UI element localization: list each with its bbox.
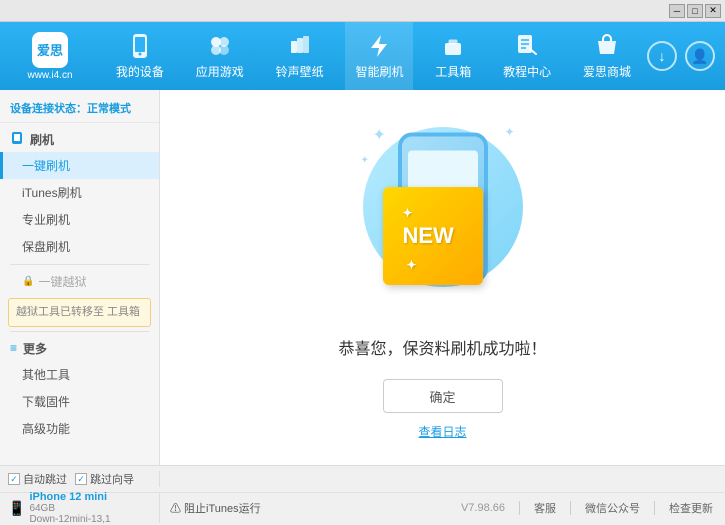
bottom-status-area: V7.98.66 客服 微信公众号 检查更新 (461, 500, 725, 516)
nav-store-icon (593, 32, 621, 60)
nav-right: ↓ 👤 (647, 41, 725, 71)
success-message: 恭喜您，保资料刷机成功啦！ (338, 335, 546, 359)
status-value: 正常模式 (87, 103, 131, 115)
nav-flash-label: 智能刷机 (355, 63, 403, 80)
auto-dismiss-checkbox[interactable]: ✓ 自动跳过 (8, 471, 67, 487)
sidebar-item-advanced[interactable]: 高级功能 (0, 415, 159, 442)
device-row: 📱 iPhone 12 mini 64GB Down-12mini-13,1 ⚠… (0, 493, 725, 523)
checkbox-area: ✓ 自动跳过 ✓ 跳过向导 (0, 471, 160, 487)
section-flash-label: 刷机 (30, 131, 54, 148)
wechat-link[interactable]: 微信公众号 (585, 500, 640, 516)
status-bar: 设备连接状态：正常模式 (0, 94, 159, 123)
nav-store[interactable]: 爱思商城 (573, 22, 641, 90)
header: 爱思 www.i4.cn 我的设备 应用游戏 铃声壁纸 智能刷机 (0, 22, 725, 90)
more-section-icon: ≡ (10, 341, 17, 355)
nav-toolbox[interactable]: 工具箱 (425, 22, 481, 90)
section-more-label: 更多 (23, 340, 47, 357)
sidebar-section-more: ≡ 更多 其他工具 下载固件 高级功能 (0, 336, 159, 442)
device-info: 📱 iPhone 12 mini 64GB Down-12mini-13,1 (0, 493, 160, 523)
nav-tutorial-icon (513, 32, 541, 60)
user-button[interactable]: 👤 (685, 41, 715, 71)
main-layout: 设备连接状态：正常模式 刷机 一键刷机 iTunes刷机 专业刷机 保盘刷机 (0, 90, 725, 465)
sidebar-item-itunes-flash[interactable]: iTunes刷机 (0, 179, 159, 206)
section-flash-title: 刷机 (0, 127, 159, 152)
device-model: Down-12mini-13,1 (29, 514, 110, 525)
version-text: V7.98.66 (461, 502, 505, 514)
nav-my-device[interactable]: 我的设备 (106, 22, 174, 90)
status-label: 设备连接状态： (10, 103, 87, 115)
logo-icon: 爱思 (32, 32, 68, 68)
nav-toolbox-label: 工具箱 (435, 63, 471, 80)
nav-ringtones[interactable]: 铃声壁纸 (266, 22, 334, 90)
nav-toolbox-icon (439, 32, 467, 60)
star-2: ✦ (504, 125, 514, 139)
flash-section-icon (10, 131, 24, 148)
bottom-area: ✓ 自动跳过 ✓ 跳过向导 📱 iPhone 12 mini 64GB Down… (0, 465, 725, 523)
sidebar-item-download-firmware[interactable]: 下载固件 (0, 388, 159, 415)
jailbreak-notice: 越狱工具已转移至 工具箱 (8, 298, 151, 327)
nav-apps-icon (206, 32, 234, 60)
sidebar-section-jailbreak: 🔒 一键越狱 越狱工具已转移至 工具箱 (0, 269, 159, 327)
nav-apps-games[interactable]: 应用游戏 (186, 22, 254, 90)
auto-dismiss-label: 自动跳过 (23, 471, 67, 487)
nav-tutorial-label: 教程中心 (503, 63, 551, 80)
device-storage: 64GB (29, 503, 110, 514)
confirm-button[interactable]: 确定 (383, 379, 503, 413)
device-phone-icon: 📱 (8, 500, 25, 517)
skip-guide-checkbox[interactable]: ✓ 跳过向导 (75, 471, 134, 487)
itunes-notice-text: ⚠ 阻止iTunes运行 (170, 503, 261, 515)
nav-ringtones-label: 铃声壁纸 (276, 63, 324, 80)
checkbox-row: ✓ 自动跳过 ✓ 跳过向导 (0, 466, 725, 493)
close-button[interactable]: ✕ (705, 4, 721, 18)
sep3 (654, 501, 655, 515)
title-bar: ─ □ ✕ (0, 0, 725, 22)
sidebar: 设备连接状态：正常模式 刷机 一键刷机 iTunes刷机 专业刷机 保盘刷机 (0, 90, 160, 465)
section-more-title: ≡ 更多 (0, 336, 159, 361)
jailbreak-locked: 🔒 一键越狱 (0, 269, 159, 294)
nav-device-icon (126, 32, 154, 60)
check-update-link[interactable]: 检查更新 (669, 500, 713, 516)
sidebar-item-one-click-flash[interactable]: 一键刷机 (0, 152, 159, 179)
nav-tutorial[interactable]: 教程中心 (493, 22, 561, 90)
success-illustration: ✦ ✦ ✦ NEW (343, 115, 543, 315)
nav-smart-flash[interactable]: 智能刷机 (345, 22, 413, 90)
maximize-button[interactable]: □ (687, 4, 703, 18)
sidebar-item-other-tools[interactable]: 其他工具 (0, 361, 159, 388)
device-details: iPhone 12 mini 64GB Down-12mini-13,1 (29, 491, 110, 525)
download-button[interactable]: ↓ (647, 41, 677, 71)
auto-dismiss-check-box: ✓ (8, 473, 20, 485)
sidebar-section-flash: 刷机 一键刷机 iTunes刷机 专业刷机 保盘刷机 (0, 127, 159, 260)
nav-device-label: 我的设备 (116, 63, 164, 80)
minimize-button[interactable]: ─ (669, 4, 685, 18)
logo-text: www.i4.cn (27, 70, 72, 81)
star-3: ✦ (361, 155, 369, 166)
device-name: iPhone 12 mini (29, 491, 110, 503)
nav-apps-label: 应用游戏 (196, 63, 244, 80)
skip-guide-check-box: ✓ (75, 473, 87, 485)
sep2 (570, 501, 571, 515)
lock-icon: 🔒 (22, 276, 34, 287)
view-log-link[interactable]: 查看日志 (418, 423, 466, 440)
nav-ringtones-icon (286, 32, 314, 60)
customer-service-link[interactable]: 客服 (534, 500, 556, 516)
skip-guide-label: 跳过向导 (90, 471, 134, 487)
logo-area: 爱思 www.i4.cn (0, 24, 100, 89)
nav-store-label: 爱思商城 (583, 63, 631, 80)
sep1 (519, 501, 520, 515)
content-area: ✦ ✦ ✦ NEW 恭喜您，保资料刷机成功啦！ 确定 查看日志 (160, 90, 725, 465)
new-badge: NEW (383, 187, 483, 285)
nav-flash-icon (365, 32, 393, 60)
star-1: ✦ (373, 125, 386, 145)
nav-items: 我的设备 应用游戏 铃声壁纸 智能刷机 工具箱 (100, 22, 647, 90)
itunes-notice[interactable]: ⚠ 阻止iTunes运行 (160, 500, 271, 516)
sidebar-item-save-flash[interactable]: 保盘刷机 (0, 233, 159, 260)
sidebar-item-pro-flash[interactable]: 专业刷机 (0, 206, 159, 233)
